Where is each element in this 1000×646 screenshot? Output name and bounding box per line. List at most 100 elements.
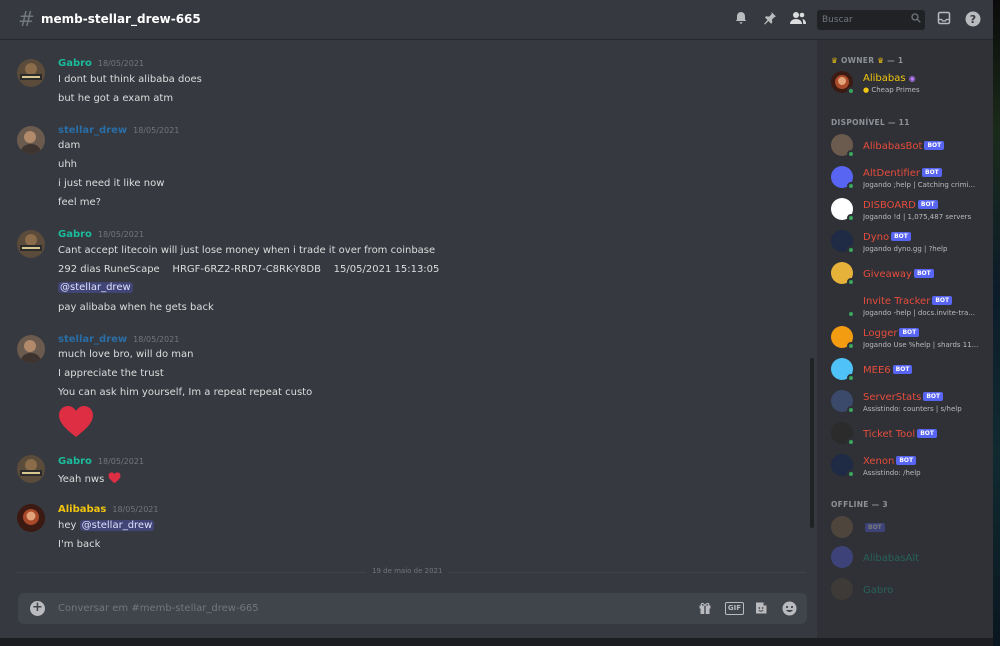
bot-badge: BOT bbox=[924, 141, 945, 150]
bot-badge: BOT bbox=[899, 328, 920, 337]
nitro-badge-icon: ◉ bbox=[908, 74, 916, 83]
date-divider-label: 19 de maio de 2021 bbox=[366, 567, 449, 575]
message-author[interactable]: Gabro bbox=[58, 58, 92, 69]
message-scrollbar[interactable] bbox=[808, 40, 816, 588]
avatar bbox=[831, 546, 853, 568]
search-box[interactable] bbox=[817, 10, 925, 30]
avatar bbox=[831, 578, 853, 600]
gif-icon[interactable]: GIF bbox=[725, 602, 744, 615]
message-timestamp: 18/05/2021 bbox=[97, 457, 145, 466]
member-name: Ticket Tool bbox=[863, 429, 916, 440]
message-author[interactable]: Gabro bbox=[58, 229, 92, 240]
member-item[interactable]: Xenon BOT Assistindo: /help bbox=[829, 451, 989, 481]
member-item[interactable]: Giveaway BOT bbox=[829, 259, 989, 289]
bot-badge: BOT bbox=[932, 296, 953, 305]
member-item[interactable]: DISBOARD BOT Jogando !d | 1,075,487 server… bbox=[829, 195, 989, 225]
help-icon[interactable]: ? bbox=[964, 11, 982, 29]
crown-icon: ♛ bbox=[831, 56, 839, 65]
message-text: feel me? bbox=[58, 197, 101, 208]
gift-icon[interactable] bbox=[697, 601, 713, 616]
message-author[interactable]: Alibabas bbox=[58, 504, 106, 515]
discord-window: # memb-stellar_drew-665 ? bbox=[0, 0, 993, 646]
member-item[interactable]: AltDentifier BOT Jogando ;help | Catching … bbox=[829, 163, 989, 193]
search-input[interactable] bbox=[822, 13, 902, 27]
member-item-offline[interactable]: AlibabasAlt bbox=[829, 543, 989, 573]
avatar[interactable] bbox=[17, 230, 45, 258]
online-section-header: DISPONÍVEL — 11 bbox=[831, 118, 910, 127]
member-activity: Cheap Primes bbox=[871, 86, 920, 94]
member-item[interactable]: Ticket Tool BOT bbox=[829, 419, 989, 449]
member-item[interactable]: MEE6 BOT bbox=[829, 355, 989, 385]
avatar[interactable] bbox=[17, 126, 45, 154]
avatar bbox=[831, 516, 853, 538]
channel-header: # memb-stellar_drew-665 ? bbox=[0, 0, 993, 40]
member-item[interactable]: Alibabas ◉ ● Cheap Primes bbox=[829, 68, 989, 98]
member-list: ♛ OWNER ♛ — 1 Alibabas ◉ ● Cheap Primes … bbox=[817, 40, 993, 646]
online-status-icon bbox=[847, 374, 855, 382]
offline-section-header: OFFLINE — 3 bbox=[831, 500, 888, 509]
message-input[interactable] bbox=[58, 601, 658, 616]
user-mention[interactable]: @stellar_drew bbox=[79, 520, 155, 531]
member-item[interactable]: Logger BOT Jogando Use %help | shards 11..… bbox=[829, 323, 989, 353]
bot-badge: BOT bbox=[922, 168, 942, 177]
member-item[interactable]: Dyno BOT Jogando dyno.gg | ?help bbox=[829, 227, 989, 257]
online-status-icon bbox=[847, 182, 855, 190]
message-text: Cant accept litecoin will just lose mone… bbox=[58, 245, 436, 256]
member-item-offline[interactable]: Gabro bbox=[829, 575, 989, 605]
owner-section-header: ♛ OWNER ♛ — 1 bbox=[831, 56, 904, 65]
member-item[interactable]: Invite Tracker BOT Jogando -help | docs.in… bbox=[829, 291, 989, 321]
bot-badge: BOT bbox=[923, 392, 944, 401]
message-author[interactable]: stellar_drew bbox=[58, 125, 127, 136]
sticker-icon[interactable] bbox=[753, 601, 769, 616]
member-name: Xenon bbox=[863, 456, 895, 467]
message-timestamp: 18/05/2021 bbox=[133, 126, 180, 135]
message-timestamp: 18/05/2021 bbox=[133, 335, 180, 344]
member-name: AlibabasAlt bbox=[863, 553, 920, 564]
bell-icon[interactable] bbox=[732, 11, 750, 29]
pin-icon[interactable] bbox=[761, 11, 779, 29]
message-author[interactable]: Gabro bbox=[58, 456, 92, 467]
avatar[interactable] bbox=[17, 59, 45, 87]
avatar[interactable] bbox=[17, 335, 45, 363]
online-status-icon bbox=[847, 406, 855, 414]
message-text: I dont but think alibaba does bbox=[58, 74, 202, 85]
member-name: Invite Tracker bbox=[863, 296, 931, 307]
inbox-icon[interactable] bbox=[935, 11, 953, 29]
upload-plus-icon[interactable]: + bbox=[30, 601, 45, 616]
message-text: You can ask him yourself, Im a repeat re… bbox=[58, 387, 313, 398]
member-item[interactable]: AlibabasBot BOT bbox=[829, 131, 989, 161]
bot-badge: BOT bbox=[892, 365, 913, 374]
message-timestamp: 18/05/2021 bbox=[97, 59, 145, 68]
scrollbar-thumb[interactable] bbox=[810, 358, 814, 528]
online-status-icon bbox=[847, 150, 855, 158]
heart-emoji-icon bbox=[108, 472, 120, 484]
online-status-icon bbox=[847, 214, 855, 222]
emoji-icon[interactable] bbox=[781, 601, 797, 616]
message-text: Yeah nws bbox=[58, 474, 105, 485]
member-item[interactable]: ServerStats BOT Assistindo: counters | s/h… bbox=[829, 387, 989, 417]
members-icon[interactable] bbox=[789, 11, 807, 29]
avatar[interactable] bbox=[17, 504, 45, 532]
message-text: I appreciate the trust bbox=[58, 368, 164, 379]
user-mention[interactable]: @stellar_drew bbox=[58, 282, 133, 293]
online-status-icon bbox=[847, 87, 855, 95]
online-status-icon bbox=[847, 310, 855, 318]
bot-badge: BOT bbox=[865, 523, 885, 532]
message-text: pay alibaba when he gets back bbox=[58, 302, 214, 313]
bot-badge: BOT bbox=[896, 456, 917, 465]
avatar[interactable] bbox=[17, 455, 45, 483]
member-name: Giveaway bbox=[863, 269, 912, 280]
background-edge bbox=[993, 0, 1000, 646]
member-name: MEE6 bbox=[863, 365, 891, 376]
taskbar bbox=[0, 638, 993, 646]
member-item-offline[interactable]: BOT bbox=[829, 513, 989, 543]
member-name: Dyno bbox=[863, 232, 890, 243]
message-author[interactable]: stellar_drew bbox=[58, 334, 127, 345]
activity-icon: ● bbox=[863, 86, 870, 94]
member-name: Logger bbox=[863, 328, 898, 339]
member-name: AlibabasBot bbox=[863, 141, 923, 152]
online-status-icon bbox=[847, 470, 855, 478]
member-name: Gabro bbox=[863, 585, 894, 596]
online-status-icon bbox=[847, 438, 855, 446]
message-list: Gabro 18/05/2021 I dont but think alibaba… bbox=[0, 40, 817, 585]
